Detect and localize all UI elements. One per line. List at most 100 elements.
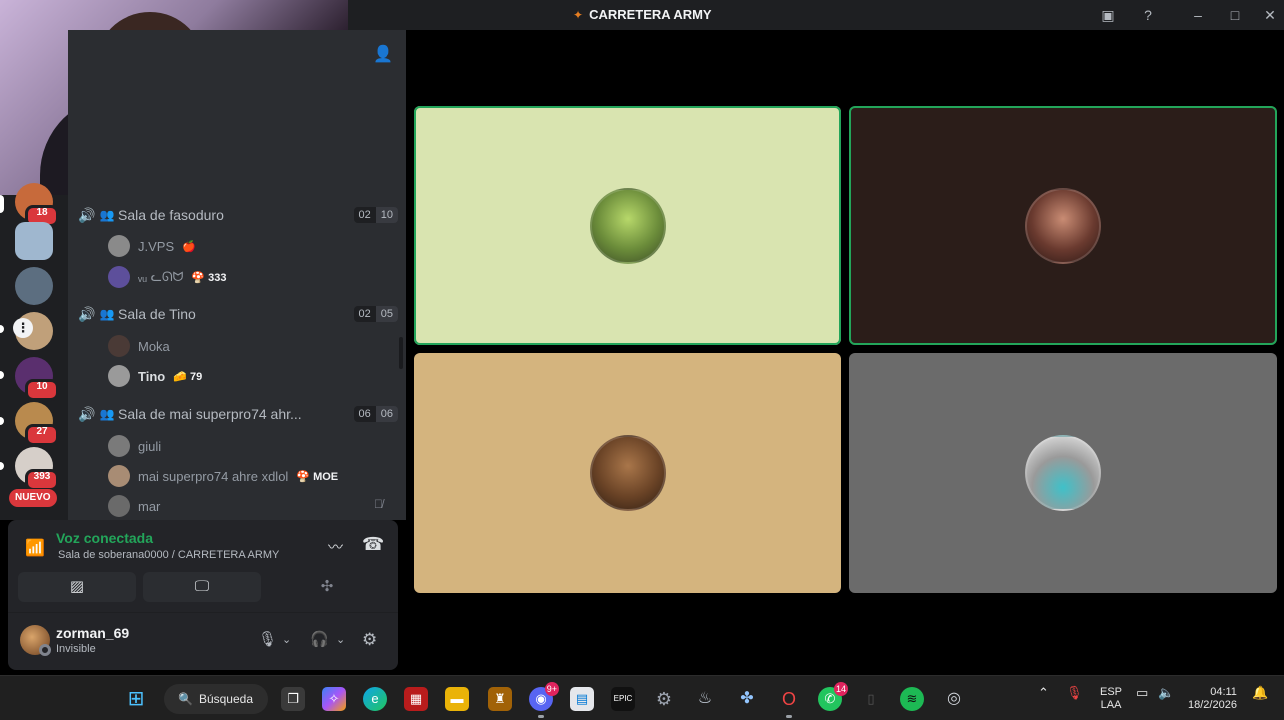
voice-user[interactable]: giuli [108, 433, 169, 459]
notification-bell-icon[interactable]: 🔔 [1252, 686, 1268, 699]
add-member-icon[interactable]: 👤 [373, 44, 393, 64]
channel-scrollbar[interactable] [399, 337, 403, 369]
voice-connected-label[interactable]: Voz conectada [56, 530, 153, 546]
disconnect-icon[interactable]: ☎ [362, 534, 384, 555]
participant-tile[interactable] [414, 106, 841, 345]
voice-user[interactable]: Tino 🧀 79 [108, 363, 202, 389]
chevron-up-icon[interactable]: ⌃ [1038, 686, 1049, 699]
user-count-limit: 05 [375, 306, 398, 322]
user-limit-counter: 02 10 [353, 207, 398, 223]
volume-icon[interactable]: 🔈 [1158, 686, 1174, 699]
server-icon-3[interactable] [15, 267, 53, 305]
participant-tile[interactable] [849, 353, 1277, 593]
game-app-icon[interactable]: ♜ [488, 687, 512, 711]
group-icon: 👥 [99, 407, 115, 421]
chevron-down-icon[interactable]: ⌄ [336, 633, 345, 646]
screen-share-icon: 🖵 [194, 578, 210, 595]
headphones-icon[interactable]: 🎧 [310, 630, 329, 648]
microphone-icon[interactable]: 🎙 [258, 630, 277, 648]
settings-icon[interactable]: ⚙ [652, 687, 676, 711]
server-icon-6[interactable]: 27 [15, 402, 59, 446]
clock[interactable]: 04:11 18/2/2026 [1188, 686, 1237, 712]
camera-off-button[interactable]: ▨ [18, 572, 136, 602]
network-icon[interactable]: ▭ [1136, 686, 1148, 699]
edge-icon[interactable]: e [363, 687, 387, 711]
mouse-app-icon[interactable]: ▯ [859, 687, 883, 711]
avatar [1025, 187, 1101, 264]
maximize-button[interactable]: □ [1225, 5, 1245, 25]
task-view-icon[interactable]: ❐ [281, 687, 305, 711]
server-icon-2[interactable] [15, 222, 53, 260]
whatsapp-icon[interactable]: ✆ 14 [818, 682, 848, 711]
voice-user-name: ᵥᵤ ᓚᘏᗢ [138, 269, 184, 284]
server-badge: 393 [25, 469, 59, 491]
speaker-icon: 🔊 [78, 206, 96, 223]
voice-user-name: mai superpro74 ahre xdlol [138, 468, 289, 484]
windows-start-icon[interactable]: ⊞ [124, 687, 148, 711]
voice-channel[interactable]: 🔊 👥 Sala de Tino 02 05 [78, 302, 398, 326]
microsoft-store-icon[interactable]: ▤ [570, 687, 594, 711]
muted-mic-icon: 🎙̸ [374, 497, 383, 511]
gear-icon[interactable]: ⚙ [362, 630, 377, 650]
more-options-icon[interactable]: ⋮ [13, 318, 33, 338]
user-count-limit: 10 [375, 207, 398, 223]
discord-icon[interactable]: ◉ 9+ [529, 682, 559, 718]
taskbar-search[interactable]: 🔍 Búsqueda [164, 684, 268, 714]
avatar [1025, 435, 1101, 511]
noise-suppression-icon[interactable]: 〰 [328, 536, 343, 557]
user-limit-counter: 06 06 [353, 406, 398, 422]
spotify-icon[interactable]: ≋ [900, 687, 924, 711]
server-icon-1[interactable]: 18 [15, 183, 59, 227]
new-servers-label[interactable]: NUEVO [9, 489, 57, 507]
user-count-current: 06 [353, 406, 376, 422]
keyboard-layout: LAA [1100, 699, 1122, 711]
voice-user-name: mar [138, 498, 161, 514]
minimize-button[interactable]: – [1188, 5, 1208, 25]
title-bar: ✦ CARRETERA ARMY ▣ ? – □ ✕ [348, 0, 1284, 30]
app-root: ✦ CARRETERA ARMY ▣ ? – □ ✕ 18 10 27 393 … [0, 0, 1284, 720]
voice-channel[interactable]: 🔊 👥 Sala de mai superpro74 ahr... 06 06 [78, 402, 398, 426]
voice-user[interactable]: mai superpro74 ahre xdlol 🍄 MOE [108, 463, 338, 489]
avatar [108, 235, 130, 257]
voice-channel[interactable]: 🔊 👥 Sala de fasoduro 02 10 [78, 203, 398, 227]
avatar [108, 495, 130, 517]
server-icon-5[interactable]: 10 [15, 357, 59, 401]
epic-games-icon[interactable]: EPIC [611, 687, 635, 711]
panel-divider [8, 612, 398, 613]
voice-channel-name: Sala de mai superpro74 ahr... [118, 406, 302, 422]
current-username[interactable]: zorman_69 [56, 625, 129, 641]
participant-tile[interactable] [849, 106, 1277, 345]
close-button[interactable]: ✕ [1260, 5, 1280, 25]
participant-tile[interactable] [414, 353, 841, 593]
server-image [15, 222, 53, 260]
avatar [108, 266, 130, 288]
avatar [589, 435, 666, 511]
chevron-down-icon[interactable]: ⌄ [282, 633, 291, 646]
app-grid-icon[interactable]: ▦ [404, 687, 428, 711]
screen-share-button[interactable]: 🖵 [143, 572, 261, 602]
video-grid [406, 30, 1284, 675]
inbox-icon[interactable]: ▣ [1098, 5, 1118, 25]
current-user-status: Invisible [56, 643, 96, 655]
voice-user[interactable]: mar [108, 493, 168, 519]
server-icon-7[interactable]: 393 [15, 447, 59, 491]
activities-button[interactable]: ✣ [268, 572, 386, 602]
copilot-icon[interactable]: ✧ [322, 687, 346, 711]
voice-user[interactable]: J.VPS 🍎 [108, 233, 196, 259]
microphone-icon[interactable]: 🎙 [1066, 686, 1083, 699]
gamepad-icon[interactable]: ✤ [735, 687, 759, 711]
opera-icon[interactable]: O [777, 687, 801, 718]
obs-icon[interactable]: ◎ [942, 687, 966, 711]
voice-user[interactable]: ᵥᵤ ᓚᘏᗢ 🍄 333 [108, 264, 227, 290]
voice-channel-name: Sala de Tino [118, 306, 196, 322]
voice-user[interactable]: Moka [108, 333, 178, 359]
avatar [589, 187, 666, 264]
language-indicator[interactable]: ESP LAA [1100, 686, 1122, 712]
signal-icon: 📶 [25, 540, 45, 557]
steam-icon[interactable]: ♨ [693, 687, 717, 711]
voice-user-name: Tino [138, 368, 166, 384]
help-icon[interactable]: ? [1138, 5, 1158, 25]
server-image [15, 267, 53, 305]
voice-location[interactable]: Sala de soberana0000 / CARRETERA ARMY [58, 549, 279, 561]
file-explorer-icon[interactable]: ▬ [445, 687, 469, 711]
